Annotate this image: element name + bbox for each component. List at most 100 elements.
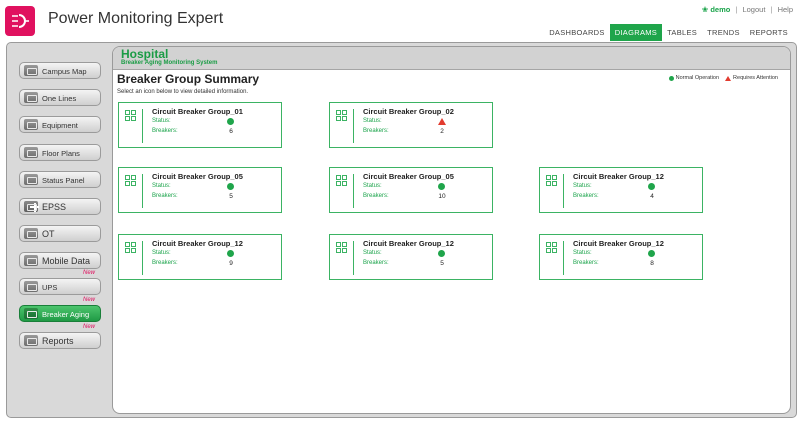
power-logo-icon (12, 14, 29, 28)
sidebar-item-epss[interactable]: EPSS (19, 198, 101, 215)
breaker-group-icon[interactable] (546, 242, 557, 253)
breaker-group-card[interactable]: Circuit Breaker Group_02 Status: Breakers:… (329, 102, 493, 148)
breaker-group-card[interactable]: Circuit Breaker Group_05 Status: Breakers:… (118, 167, 282, 213)
sidebar-item-reports[interactable]: Reports (19, 332, 101, 349)
normal-status-icon (668, 75, 674, 81)
breaker-group-card[interactable]: Circuit Breaker Group_12 Status: Breakers:… (329, 234, 493, 280)
breaker-group-icon[interactable] (336, 242, 347, 253)
card-divider (353, 109, 354, 143)
breaker-group-card[interactable]: Circuit Breaker Group_05 Status: Breakers:… (329, 167, 493, 213)
sidebar-item-label: OT (42, 229, 55, 239)
status-label: Status: (152, 250, 171, 256)
normal-status-icon (648, 183, 655, 190)
card-title: Circuit Breaker Group_01 (152, 107, 243, 116)
card-title: Circuit Breaker Group_12 (152, 239, 243, 248)
divider: | (770, 5, 773, 14)
breaker-count: 10 (438, 193, 446, 200)
app-header: Power Monitoring Expert ❀ demo | Logout … (0, 0, 803, 42)
normal-status-icon (227, 118, 234, 125)
status-label: Status: (573, 250, 592, 256)
breakers-label: Breakers: (152, 128, 178, 134)
sidebar-item-floor-plans[interactable]: Floor Plans (19, 144, 101, 161)
legend-attention-label: Requires Attention (733, 75, 778, 81)
breaker-group-icon[interactable] (336, 110, 347, 121)
sidebar-item-label: Reports (42, 336, 74, 346)
card-title: Circuit Breaker Group_05 (152, 172, 243, 181)
sidebar-item-label: EPSS (42, 202, 67, 212)
nav-tables[interactable]: TABLES (662, 24, 702, 41)
main-panel: Hospital Breaker Aging Monitoring System… (112, 46, 791, 414)
nav-diagrams[interactable]: DIAGRAMS (609, 24, 663, 41)
breaker-count: 6 (229, 128, 233, 135)
sidebar-item-breaker-aging[interactable]: Breaker Aging (19, 305, 101, 322)
breaker-count: 5 (229, 193, 233, 200)
logout-link[interactable]: Logout (742, 5, 765, 14)
breaker-group-card[interactable]: Circuit Breaker Group_12 Status: Breakers:… (539, 167, 703, 213)
user-icon: ❀ (701, 5, 709, 14)
sidebar-item-one-lines[interactable]: One Lines (19, 89, 101, 106)
sidebar-item-label: UPS (42, 283, 58, 292)
breakers-label: Breakers: (573, 193, 599, 199)
breaker-group-card[interactable]: Circuit Breaker Group_01 Status: Breakers:… (118, 102, 282, 148)
app-logo[interactable] (5, 6, 35, 36)
breaker-group-icon[interactable] (336, 175, 347, 186)
breaker-group-icon[interactable] (546, 175, 557, 186)
status-label: Status: (573, 183, 592, 189)
username-link[interactable]: demo (710, 5, 730, 14)
breaker-group-icon[interactable] (125, 242, 136, 253)
breakers-label: Breakers: (363, 128, 389, 134)
top-nav: DASHBOARDS DIAGRAMS TABLES TRENDS REPORT… (544, 24, 793, 41)
status-label: Status: (363, 250, 382, 256)
normal-status-icon (227, 183, 234, 190)
sidebar-item-mobile-data[interactable]: Mobile Data (19, 252, 101, 269)
breaker-group-card[interactable]: Circuit Breaker Group_12 Status: Breakers:… (118, 234, 282, 280)
sidebar-item-equipment[interactable]: Equipment (19, 116, 101, 133)
breaker-group-icon[interactable] (125, 110, 136, 121)
status-legend: Normal Operation Requires Attention (668, 75, 778, 81)
sidebar-item-ups[interactable]: UPS (19, 278, 101, 295)
normal-status-icon (648, 250, 655, 257)
sidebar-item-label: Equipment (42, 121, 78, 130)
sidebar-item-ot[interactable]: OT (19, 225, 101, 242)
status-label: Status: (363, 183, 382, 189)
plus-icon (24, 201, 39, 212)
sidebar-item-campus-map[interactable]: Campus Map (19, 62, 101, 79)
breakers-label: Breakers: (363, 193, 389, 199)
page-title: Breaker Group Summary (117, 72, 260, 86)
new-badge: New (82, 270, 95, 276)
app-title: Power Monitoring Expert (48, 10, 224, 27)
sidebar-item-status-panel[interactable]: Status Panel (19, 171, 101, 188)
one-lines-icon (24, 92, 38, 103)
breaker-count: 2 (440, 128, 444, 135)
sidebar-item-label: Mobile Data (42, 256, 91, 266)
breaker-count: 9 (229, 260, 233, 267)
normal-status-icon (227, 250, 234, 257)
sidebar-item-label: Floor Plans (42, 149, 80, 158)
user-links: ❀ demo | Logout | Help (702, 5, 793, 14)
sidebar-item-label: One Lines (42, 94, 77, 103)
breakers-label: Breakers: (152, 193, 178, 199)
nav-trends[interactable]: TRENDS (702, 24, 745, 41)
instruction-text: Select an icon below to view detailed in… (117, 89, 249, 95)
floor-plans-icon (24, 147, 38, 158)
nav-reports[interactable]: REPORTS (745, 24, 793, 41)
help-link[interactable]: Help (778, 5, 793, 14)
breaker-group-card[interactable]: Circuit Breaker Group_12 Status: Breakers:… (539, 234, 703, 280)
sidebar-item-label: Status Panel (42, 176, 85, 185)
site-name: Hospital (121, 47, 169, 61)
breakers-label: Breakers: (573, 260, 599, 266)
breaker-group-icon[interactable] (125, 175, 136, 186)
card-divider (142, 174, 143, 208)
card-divider (142, 109, 143, 143)
breaker-aging-icon (24, 308, 38, 319)
status-label: Status: (363, 118, 382, 124)
nav-dashboards[interactable]: DASHBOARDS (544, 24, 610, 41)
card-title: Circuit Breaker Group_02 (363, 107, 454, 116)
sidebar: Campus Map One Lines Equipment Floor Pla… (13, 52, 105, 412)
breakers-label: Breakers: (152, 260, 178, 266)
normal-status-icon (438, 183, 445, 190)
map-icon (24, 65, 38, 76)
ot-icon (24, 228, 38, 239)
card-title: Circuit Breaker Group_12 (573, 172, 664, 181)
new-badge: New (82, 324, 95, 330)
